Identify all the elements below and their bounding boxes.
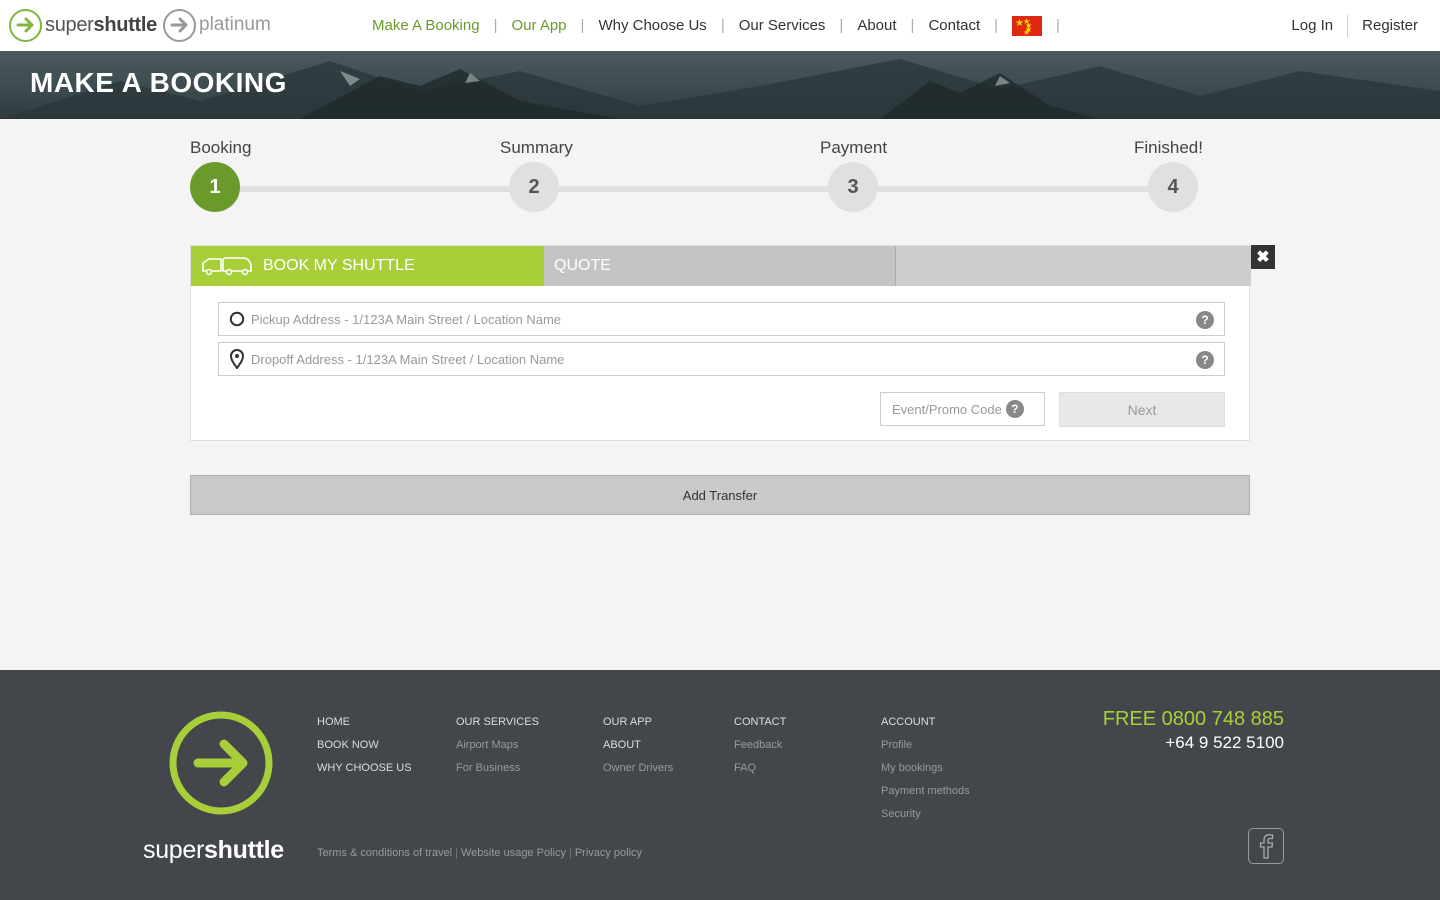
tab-book-label: BOOK MY SHUTTLE <box>263 257 415 274</box>
platinum-arrow-icon <box>163 8 196 42</box>
shuttle-van-icon <box>202 257 252 276</box>
logo-brand-text: supershuttle <box>45 13 157 36</box>
step-label: Booking <box>190 138 252 157</box>
site-footer: supershuttle HOME BOOK NOW WHY CHOOSE US… <box>0 670 1440 900</box>
map-pin-icon <box>229 349 245 369</box>
legal-divider: | <box>455 847 458 859</box>
step-label: Finished! <box>1134 138 1203 157</box>
page-banner: MAKE A BOOKING <box>0 51 1440 119</box>
footer-link-feedback[interactable]: Feedback <box>734 734 786 757</box>
help-icon[interactable]: ? <box>1196 351 1214 369</box>
pickup-address-field[interactable]: ? <box>218 302 1225 336</box>
booking-progress-steps: Booking 1 Summary 2 Payment 3 Finished! … <box>190 138 1250 218</box>
footer-link-book-now[interactable]: BOOK NOW <box>317 734 412 757</box>
footer-link-account[interactable]: ACCOUNT <box>881 711 970 734</box>
step-booking: Booking 1 <box>190 138 251 212</box>
step-label: Payment <box>820 138 888 157</box>
main-nav: Make A Booking | Our App | Why Choose Us… <box>358 0 1060 51</box>
arrow-logo-icon <box>9 8 42 42</box>
help-icon[interactable]: ? <box>1196 311 1214 329</box>
footer-link-airport-maps[interactable]: Airport Maps <box>456 734 539 757</box>
nav-divider: | <box>994 17 999 34</box>
pickup-circle-icon <box>229 311 245 327</box>
footer-col-app: OUR APP ABOUT Owner Drivers <box>603 711 673 780</box>
tab-empty <box>896 246 1251 286</box>
auth-links: Log In Register <box>1291 0 1418 51</box>
booking-panel: BOOK MY SHUTTLE QUOTE ? ? Event/Promo Co… <box>190 245 1251 441</box>
footer-link-why-choose-us[interactable]: WHY CHOOSE US <box>317 757 412 780</box>
step-number: 4 <box>1148 162 1198 212</box>
nav-why-choose-us[interactable]: Why Choose Us <box>584 17 720 34</box>
close-icon[interactable]: ✖ <box>1251 245 1275 269</box>
nav-divider: | <box>1056 17 1060 34</box>
register-link[interactable]: Register <box>1362 17 1418 34</box>
footer-col-main: HOME BOOK NOW WHY CHOOSE US <box>317 711 412 780</box>
step-number: 1 <box>190 162 240 212</box>
privacy-policy-link[interactable]: Privacy policy <box>575 847 642 859</box>
footer-link-owner-drivers[interactable]: Owner Drivers <box>603 757 673 780</box>
tab-quote[interactable]: QUOTE <box>544 246 896 286</box>
step-summary: Summary 2 <box>500 138 573 212</box>
footer-link-about[interactable]: ABOUT <box>603 734 673 757</box>
progress-track <box>214 186 1174 192</box>
supershuttle-logo[interactable]: supershuttle platinum <box>9 8 271 42</box>
help-icon[interactable]: ? <box>1005 400 1024 418</box>
website-usage-policy-link[interactable]: Website usage Policy <box>461 847 566 859</box>
footer-link-home[interactable]: HOME <box>317 711 412 734</box>
footer-legal-links: Terms & conditions of travel | Website usa… <box>317 847 642 859</box>
promo-code-label: Event/Promo Code <box>892 401 1002 417</box>
nav-our-services[interactable]: Our Services <box>725 17 840 34</box>
auth-divider <box>1347 14 1349 37</box>
footer-link-my-bookings[interactable]: My bookings <box>881 757 970 780</box>
footer-link-contact[interactable]: CONTACT <box>734 711 786 734</box>
step-number: 3 <box>828 162 878 212</box>
nav-our-app[interactable]: Our App <box>497 17 580 34</box>
footer-arrow-logo-icon <box>169 711 273 815</box>
china-flag-icon[interactable]: ★ ★ ★ ★ ★ <box>1012 15 1043 37</box>
nav-make-a-booking[interactable]: Make A Booking <box>358 17 494 34</box>
site-header: supershuttle platinum Make A Booking | O… <box>0 0 1440 51</box>
footer-phone-numbers: FREE 0800 748 885 +64 9 522 5100 <box>1103 708 1284 753</box>
add-transfer-button[interactable]: Add Transfer <box>190 475 1250 515</box>
dropoff-address-field[interactable]: ? <box>218 342 1225 376</box>
page-title: MAKE A BOOKING <box>30 67 287 98</box>
logo-tier-text: platinum <box>199 14 271 35</box>
footer-col-services: OUR SERVICES Airport Maps For Business <box>456 711 539 780</box>
legal-divider: | <box>568 847 572 859</box>
next-button[interactable]: Next <box>1059 392 1225 427</box>
step-finished: Finished! 4 <box>1134 138 1203 212</box>
footer-link-our-app[interactable]: OUR APP <box>603 711 673 734</box>
footer-link-security[interactable]: Security <box>881 803 970 826</box>
step-label: Summary <box>500 138 573 157</box>
dropoff-address-input[interactable] <box>251 351 1171 367</box>
nav-about[interactable]: About <box>843 17 910 34</box>
footer-link-payment-methods[interactable]: Payment methods <box>881 780 970 803</box>
footer-brand-text: supershuttle <box>143 836 284 864</box>
facebook-icon[interactable] <box>1248 828 1284 864</box>
footer-link-our-services[interactable]: OUR SERVICES <box>456 711 539 734</box>
step-number: 2 <box>509 162 559 212</box>
footer-link-faq[interactable]: FAQ <box>734 757 786 780</box>
tab-book-my-shuttle[interactable]: BOOK MY SHUTTLE <box>191 246 544 286</box>
intl-phone-number[interactable]: +64 9 522 5100 <box>1103 733 1284 753</box>
pickup-address-input[interactable] <box>251 311 1171 327</box>
booking-tabs: BOOK MY SHUTTLE QUOTE <box>191 246 1251 286</box>
footer-col-account: ACCOUNT Profile My bookings Payment meth… <box>881 711 970 826</box>
terms-link[interactable]: Terms & conditions of travel <box>317 847 452 859</box>
footer-col-contact: CONTACT Feedback FAQ <box>734 711 786 780</box>
login-link[interactable]: Log In <box>1291 17 1333 34</box>
footer-link-for-business[interactable]: For Business <box>456 757 539 780</box>
nav-contact[interactable]: Contact <box>914 17 994 34</box>
tab-quote-label: QUOTE <box>554 257 611 274</box>
step-payment: Payment 3 <box>820 138 887 212</box>
free-phone-number[interactable]: FREE 0800 748 885 <box>1103 708 1284 731</box>
footer-link-profile[interactable]: Profile <box>881 734 970 757</box>
promo-code-field[interactable]: Event/Promo Code ? <box>880 392 1045 426</box>
